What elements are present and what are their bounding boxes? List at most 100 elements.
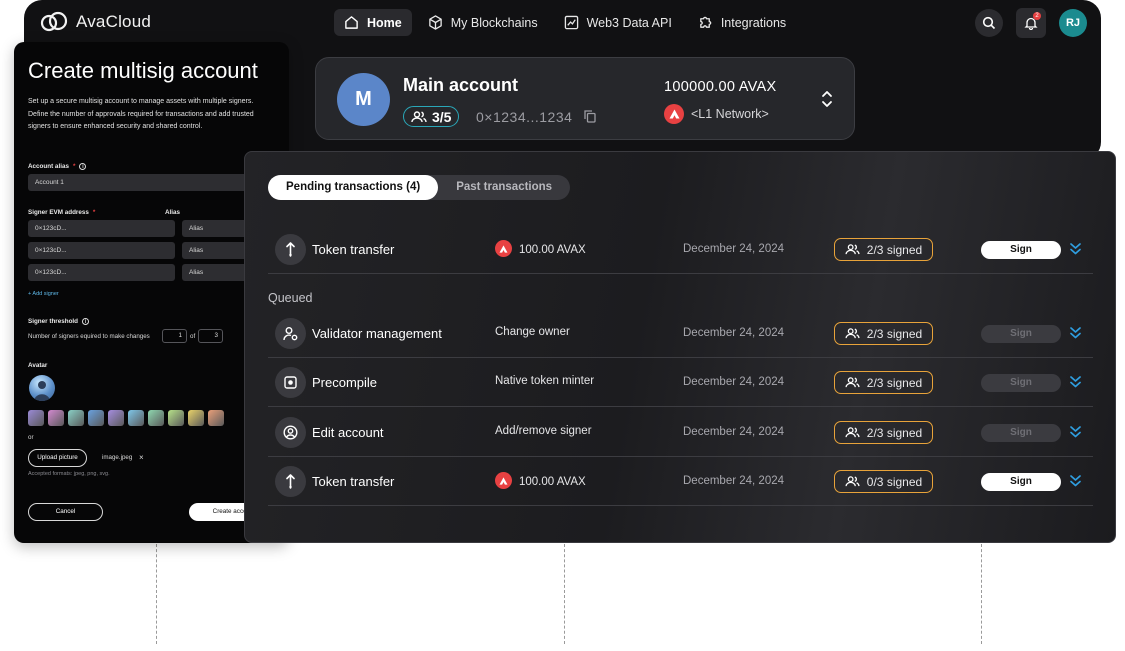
- account-balance: 100000.00 AVAX: [664, 79, 777, 95]
- chart-icon: [564, 15, 578, 30]
- chevron-up-down-icon[interactable]: [820, 90, 834, 108]
- cube-icon: [428, 15, 442, 30]
- tx-detail-text: Change owner: [495, 326, 570, 338]
- sign-button[interactable]: Sign: [981, 325, 1061, 343]
- avatar-swatch[interactable]: [88, 410, 104, 426]
- avatar-swatch[interactable]: [168, 410, 184, 426]
- search-button[interactable]: [975, 9, 1003, 37]
- transaction-row[interactable]: Validator management Change owner December…: [268, 309, 1093, 358]
- info-icon: i: [82, 318, 90, 325]
- tx-detail-text: 100.00 AVAX: [519, 243, 586, 256]
- network-name: <L1 Network>: [691, 107, 769, 121]
- search-icon: [982, 16, 996, 30]
- threshold-input[interactable]: 1: [162, 329, 187, 343]
- nav-label: My Blockchains: [450, 15, 538, 30]
- avatar-swatch[interactable]: [28, 410, 44, 426]
- nav-home[interactable]: Home: [334, 9, 412, 36]
- selected-avatar[interactable]: [29, 375, 55, 401]
- transaction-row[interactable]: Precompile Native token minter December 24…: [268, 358, 1093, 407]
- notifications-button[interactable]: 2: [1016, 8, 1046, 38]
- alias-label: Account alias * i: [28, 163, 87, 170]
- account-avatar: M: [337, 73, 390, 126]
- tx-date: December 24, 2024: [683, 426, 785, 438]
- tab-past[interactable]: Past transactions: [438, 175, 570, 200]
- users-icon: [845, 427, 860, 438]
- cancel-button[interactable]: Cancel: [28, 503, 103, 521]
- notification-badge: 2: [1033, 12, 1041, 20]
- chevron-double-down-icon[interactable]: [1069, 425, 1082, 439]
- tx-type-icon: [275, 417, 306, 448]
- account-address: 0×1234...1234: [476, 109, 573, 125]
- copy-icon[interactable]: [584, 110, 596, 123]
- sign-button[interactable]: Sign: [981, 424, 1061, 442]
- nav-integrations[interactable]: Integrations: [688, 9, 796, 36]
- signed-status-badge: 2/3 signed: [834, 421, 933, 444]
- tx-detail-text: Native token minter: [495, 375, 595, 387]
- file-name: image.jpeg: [102, 454, 133, 461]
- nav-web3-data-api[interactable]: Web3 Data API: [554, 9, 682, 36]
- avatar-swatch[interactable]: [108, 410, 124, 426]
- avatar-swatch[interactable]: [68, 410, 84, 426]
- puzzle-icon: [699, 16, 712, 28]
- tx-type-icon: [275, 234, 306, 265]
- sign-button[interactable]: Sign: [981, 473, 1061, 491]
- transaction-row[interactable]: Token transfer 100.00 AVAX December 24, 20…: [268, 225, 1093, 274]
- nav-my-blockchains[interactable]: My Blockchains: [418, 9, 548, 36]
- guide-line: [156, 544, 157, 644]
- tx-detail: 100.00 AVAX: [495, 472, 586, 489]
- arrow-up-down-icon: [286, 242, 295, 257]
- upload-picture-button[interactable]: Upload picture: [28, 449, 87, 467]
- panel-description: Set up a secure multisig account to mana…: [28, 98, 254, 130]
- threshold-text: Number of signers equired to make change…: [28, 333, 150, 340]
- avatar-swatch[interactable]: [48, 410, 64, 426]
- transactions-panel: Pending transactions (4) Past transactio…: [244, 151, 1116, 543]
- transaction-row[interactable]: Token transfer 100.00 AVAX December 24, 20…: [268, 457, 1093, 506]
- signer-address-input[interactable]: 0×123cD...: [28, 220, 175, 237]
- chevron-double-down-icon[interactable]: [1069, 375, 1082, 389]
- avatar-swatch[interactable]: [148, 410, 164, 426]
- accepted-formats: Accepted formats: jpeg, png, svg.: [28, 471, 110, 477]
- home-icon: [345, 16, 358, 29]
- users-icon: [845, 328, 860, 339]
- user-avatar[interactable]: RJ: [1059, 9, 1087, 37]
- transaction-row[interactable]: Edit account Add/remove signer December 24…: [268, 408, 1093, 457]
- avatar-image: [34, 381, 50, 401]
- tx-type-icon: [275, 367, 306, 398]
- tx-title: Edit account: [312, 425, 384, 440]
- users-icon: [845, 476, 860, 487]
- tx-title: Validator management: [312, 326, 442, 341]
- tx-detail-text: 100.00 AVAX: [519, 475, 586, 488]
- chevron-double-down-icon[interactable]: [1069, 474, 1082, 488]
- signer-address-input[interactable]: 0×123cD...: [28, 264, 175, 281]
- nav-label: Web3 Data API: [586, 15, 672, 30]
- chevron-double-down-icon[interactable]: [1069, 326, 1082, 340]
- chevron-double-down-icon[interactable]: [1069, 242, 1082, 256]
- nav-label: Integrations: [720, 15, 787, 30]
- user-circle-icon: [283, 425, 298, 440]
- signed-count: 2/3 signed: [866, 375, 923, 390]
- nav-label: Home: [367, 15, 402, 30]
- add-signer-link[interactable]: + Add signer: [28, 291, 59, 297]
- account-card[interactable]: M Main account 3/5 0×1234...1234 100000.…: [315, 57, 855, 140]
- remove-file-icon[interactable]: ×: [139, 453, 144, 462]
- sign-button[interactable]: Sign: [981, 241, 1061, 259]
- sign-button[interactable]: Sign: [981, 374, 1061, 392]
- tx-date: December 24, 2024: [683, 243, 785, 255]
- tab-pending[interactable]: Pending transactions (4): [268, 175, 439, 200]
- account-name: Main account: [403, 75, 519, 95]
- threshold-label: Signer threshold i: [28, 318, 90, 325]
- avatar-swatch[interactable]: [188, 410, 204, 426]
- panel-title: Create multisig account: [28, 58, 258, 83]
- users-icon: [845, 244, 860, 255]
- avatar-swatch[interactable]: [208, 410, 224, 426]
- queued-heading: Queued: [268, 291, 313, 305]
- signer-address-input[interactable]: 0×123cD...: [28, 242, 175, 259]
- signed-count: 2/3 signed: [866, 242, 923, 257]
- signer-alias-label: Alias: [165, 209, 181, 216]
- signer-address-label: Signer EVM address *: [28, 209, 96, 216]
- avatar-swatch[interactable]: [128, 410, 144, 426]
- threshold-total[interactable]: 3: [198, 329, 223, 343]
- main-nav: Home My Blockchains Web3 Data API Integr…: [334, 9, 796, 36]
- info-icon: i: [79, 163, 87, 170]
- brand-logo[interactable]: AvaCloud: [40, 11, 151, 33]
